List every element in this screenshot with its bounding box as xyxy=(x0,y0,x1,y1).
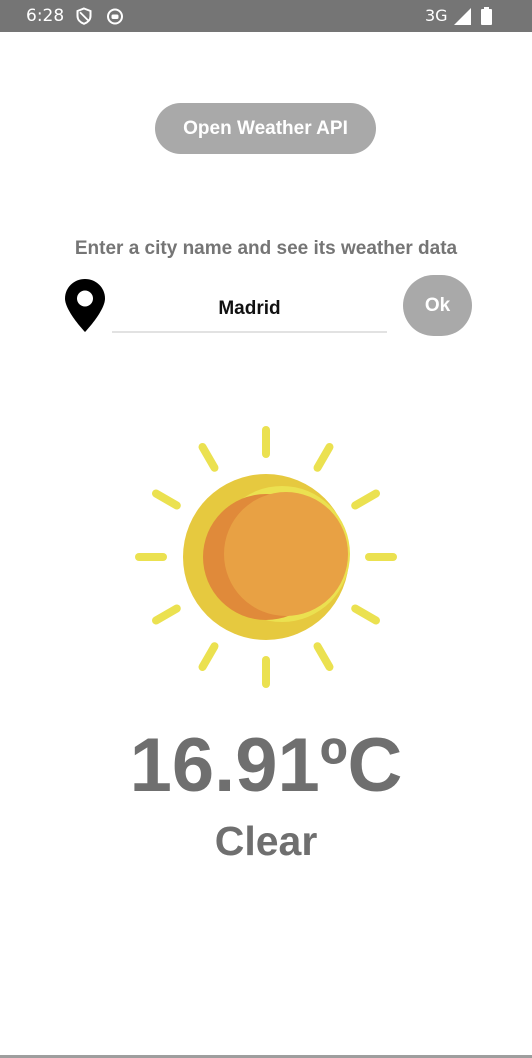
sim-icon xyxy=(107,8,123,25)
ok-button[interactable]: Ok xyxy=(403,275,472,336)
weather-description: Clear xyxy=(214,818,318,864)
city-input[interactable] xyxy=(112,287,387,333)
shield-icon xyxy=(76,7,92,25)
sun-icon xyxy=(135,426,397,688)
status-bar: 6:28 3G xyxy=(0,0,532,32)
status-time: 6:28 xyxy=(26,6,65,26)
network-type: 3G xyxy=(425,6,448,25)
search-prompt: Enter a city name and see its weather da… xyxy=(74,238,458,259)
open-weather-api-button[interactable]: Open Weather API xyxy=(155,103,376,154)
battery-icon xyxy=(481,7,492,25)
location-pin-icon xyxy=(65,279,105,332)
temperature-value: 16.91ºC xyxy=(129,723,403,808)
signal-icon xyxy=(454,8,471,25)
